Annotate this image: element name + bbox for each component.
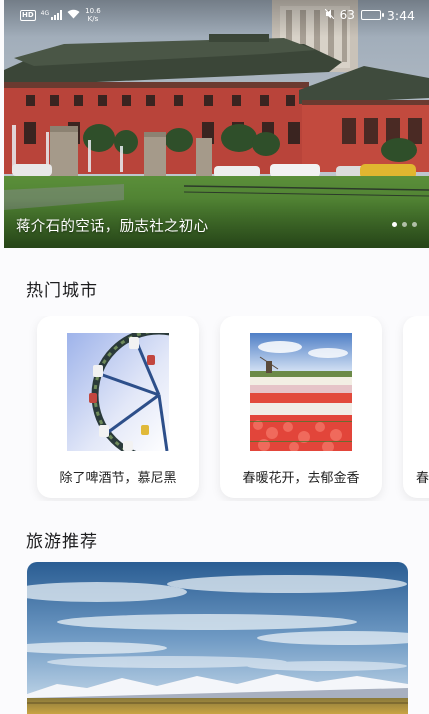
ferris-wheel-image: [67, 333, 169, 451]
wifi-icon: [67, 8, 80, 22]
network-speed: 10.6 K/s: [85, 7, 101, 23]
network-speed-unit: K/s: [87, 15, 99, 23]
city-card-tulips[interactable]: 春暖花开，去郁金香: [220, 316, 382, 498]
tulip-field-image: [250, 333, 352, 451]
clock: 3:44: [386, 7, 415, 23]
hero-caption: 蒋介石的空话，励志社之初心: [16, 219, 209, 235]
hero-banner[interactable]: HD 4G 10.6 K/s 63 3:44 蒋介石的空话，励志社之初心: [4, 0, 429, 248]
hot-cities-carousel[interactable]: 除了啤酒节，慕尼黑 春暖花开，去郁金香 春: [0, 316, 429, 501]
hd-icon: HD: [20, 9, 36, 21]
carousel-dot[interactable]: [392, 222, 397, 227]
app-screen: HD 4G 10.6 K/s 63 3:44 蒋介石的空话，励志社之初心 热门城…: [0, 0, 429, 714]
carousel-dot[interactable]: [412, 222, 417, 227]
network-type: 4G: [40, 10, 50, 17]
travel-recommend-title: 旅游推荐: [26, 532, 98, 552]
mountain-landscape-image: [27, 562, 408, 714]
carousel-dot[interactable]: [402, 222, 407, 227]
hero-image: [4, 0, 429, 248]
city-card-label: 春: [416, 471, 429, 486]
mute-icon: [324, 8, 335, 22]
status-bar: HD 4G 10.6 K/s 63 3:44: [4, 0, 429, 30]
city-card-munich[interactable]: 除了啤酒节，慕尼黑: [37, 316, 199, 498]
city-card-label: 春暖花开，去郁金香: [242, 471, 360, 486]
carousel-indicator: [392, 222, 417, 227]
city-card-label: 除了啤酒节，慕尼黑: [59, 471, 177, 486]
hot-cities-title: 热门城市: [26, 281, 98, 301]
battery-icon: [360, 10, 384, 20]
network-speed-value: 10.6: [85, 7, 101, 15]
travel-recommend-card[interactable]: [27, 562, 408, 714]
city-card-partial[interactable]: 春: [403, 316, 429, 498]
battery-percent: 63: [339, 8, 355, 22]
cellular-signal-icon: 4G: [40, 10, 63, 20]
